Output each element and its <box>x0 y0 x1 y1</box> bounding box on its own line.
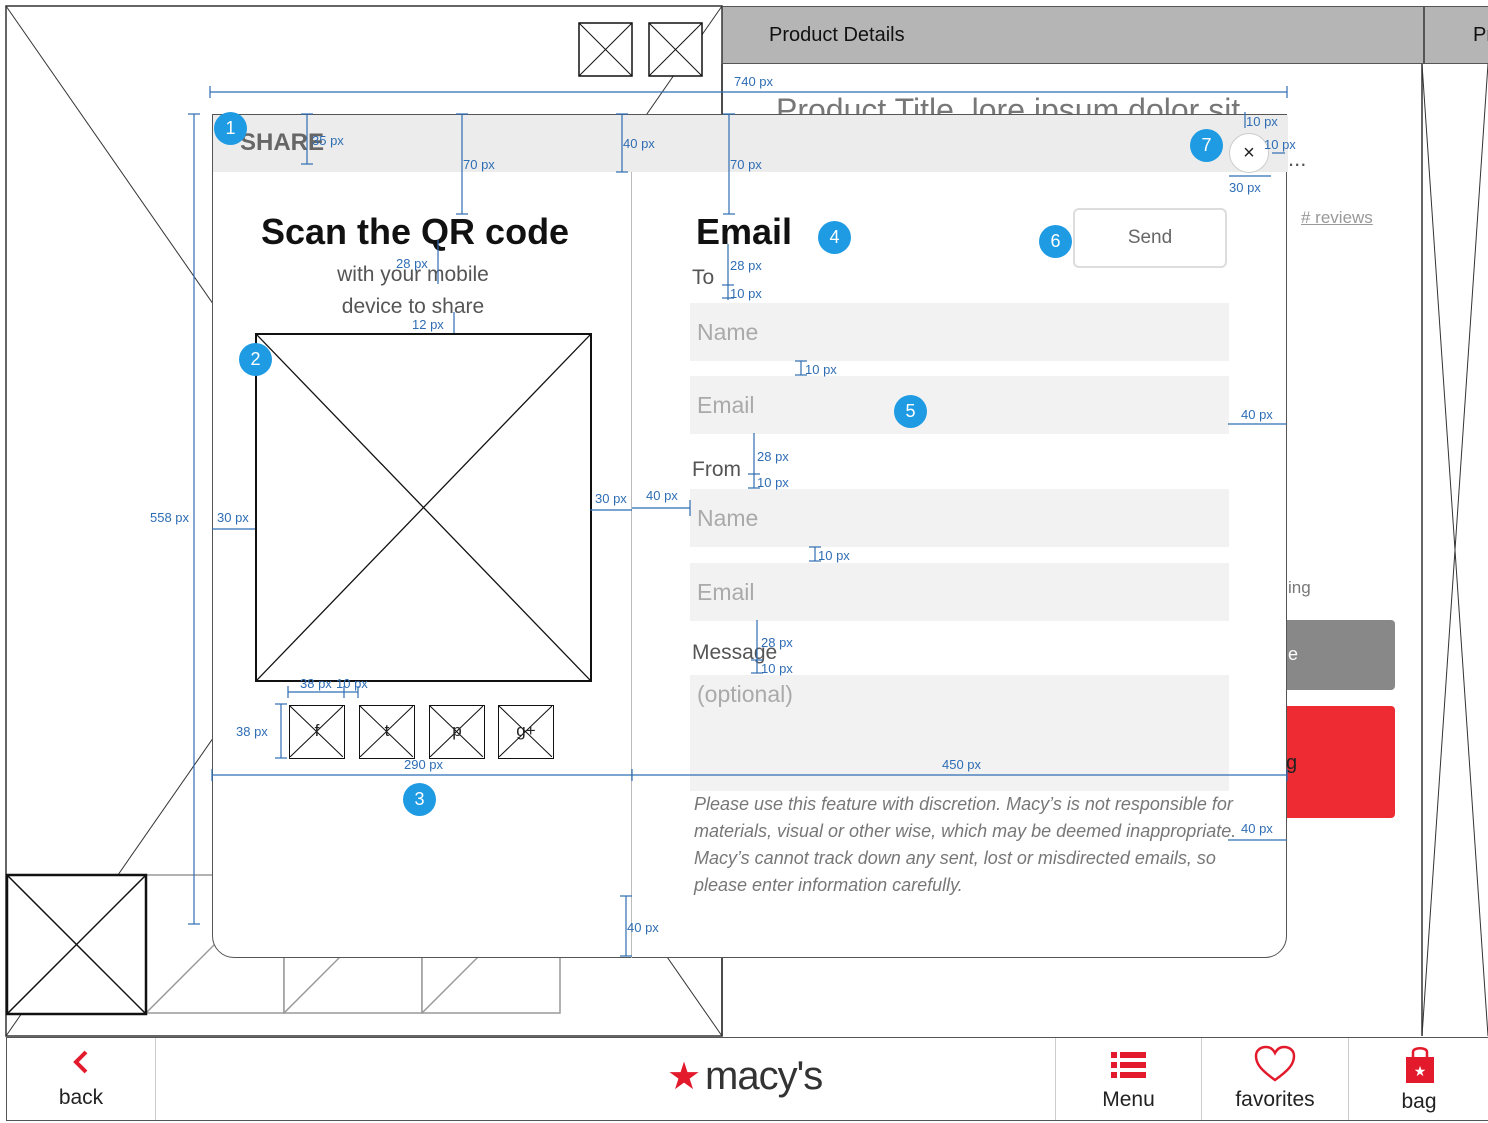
measure-label: 30 px <box>217 510 249 525</box>
measure-label: 70 px <box>730 157 762 172</box>
bottom-nav: back ★ macy's Menu favorites ★ bag <box>6 1037 1488 1121</box>
measure-label: 10 px <box>818 548 850 563</box>
qr-heading: Scan the QR code <box>261 211 570 252</box>
star-icon: ★ <box>667 1056 702 1098</box>
from-email-field[interactable] <box>690 563 1229 621</box>
svg-text:★: ★ <box>1414 1064 1427 1080</box>
qr-code-image <box>255 333 592 682</box>
measure-label: 40 px <box>646 488 678 503</box>
measure-label: 28 px <box>730 258 762 273</box>
measure-label: 38 px <box>236 724 268 739</box>
measure-label: 30 px <box>595 491 627 506</box>
measure-label: 290 px <box>404 757 444 772</box>
facebook-share-button[interactable]: f <box>289 705 345 759</box>
heart-icon <box>1254 1045 1296 1082</box>
product-title: Product Title, lore ipsum dolor sit <box>776 92 1241 114</box>
measure-label: 40 px <box>627 920 659 935</box>
secondary-action-button[interactable]: e <box>1280 620 1395 690</box>
measure-label: 38 px <box>300 676 332 691</box>
annotation-badge-6: 6 <box>1039 225 1072 258</box>
add-to-bag-button[interactable]: g <box>1280 706 1395 818</box>
from-name-field[interactable] <box>690 489 1229 547</box>
twitter-share-button[interactable]: t <box>359 705 415 759</box>
measure-label: 10 px <box>1246 114 1278 129</box>
google-plus-share-button[interactable]: g+ <box>498 705 554 759</box>
thumb-icon-2 <box>648 22 703 77</box>
measure-label: 10 px <box>730 286 762 301</box>
selected-thumb-icon <box>5 873 148 1016</box>
to-label: To <box>692 266 715 289</box>
measure-label: 70 px <box>463 157 495 172</box>
email-heading: Email <box>696 211 793 252</box>
measure-label: 40 px <box>1241 407 1273 422</box>
measure-label: 28 px <box>761 635 793 650</box>
bag-label: bag <box>1401 1090 1437 1113</box>
to-email-field[interactable] <box>690 376 1229 434</box>
measure-label: 35 px <box>312 133 344 148</box>
bag-button[interactable]: ★ bag <box>1349 1038 1488 1120</box>
back-label: back <box>58 1086 104 1109</box>
share-modal: SHARE × Scan the QR code with your mobil… <box>212 114 1288 958</box>
favorites-label: favorites <box>1235 1088 1315 1111</box>
favorites-button[interactable]: favorites <box>1202 1038 1348 1120</box>
menu-label: Menu <box>1102 1088 1155 1111</box>
bag-icon: ★ <box>1406 1047 1434 1083</box>
back-button[interactable]: back <box>7 1038 155 1120</box>
secondary-action-label: e <box>1288 644 1299 664</box>
close-icon: × <box>1243 142 1255 164</box>
reviews-link[interactable]: # reviews <box>1301 208 1373 228</box>
measure-label: 10 px <box>1264 137 1296 152</box>
measure-label: 40 px <box>623 136 655 151</box>
shipping-text: ing <box>1288 578 1311 597</box>
measure-label: 558 px <box>150 510 190 525</box>
measure-label: 740 px <box>734 74 774 89</box>
logo-text: macy's <box>705 1054 823 1098</box>
send-button[interactable]: Send <box>1073 208 1227 268</box>
from-label: From <box>692 458 741 481</box>
product-details-title: Product Details <box>769 23 905 46</box>
annotation-badge-7: 7 <box>1190 129 1223 162</box>
pinterest-label: p <box>452 721 462 740</box>
next-panel-header: Pr <box>1424 6 1488 64</box>
twitter-label: t <box>384 721 390 740</box>
measure-label: 10 px <box>336 676 368 691</box>
facebook-label: f <box>314 721 320 740</box>
measure-label: 10 px <box>805 362 837 377</box>
menu-button[interactable]: Menu <box>1056 1038 1201 1120</box>
to-name-field[interactable] <box>690 303 1229 361</box>
annotation-badge-4: 4 <box>818 221 851 254</box>
annotation-badge-2: 2 <box>239 343 272 376</box>
annotation-badge-5: 5 <box>894 395 927 428</box>
measure-label: 10 px <box>761 661 793 676</box>
measure-label: 28 px <box>757 449 789 464</box>
measure-label: 12 px <box>412 317 444 332</box>
product-details-header: Product Details <box>722 6 1424 64</box>
menu-icon <box>1111 1052 1146 1078</box>
disclaimer-text: Please use this feature with discretion.… <box>694 794 1237 895</box>
thumb-icon-1 <box>578 22 633 77</box>
measure-label: 450 px <box>942 757 982 772</box>
measure-label: 10 px <box>757 475 789 490</box>
qr-subtitle-line2: device to share <box>341 295 485 318</box>
google-plus-label: g+ <box>516 721 536 740</box>
add-to-bag-label: g <box>1286 752 1298 774</box>
pinterest-share-button[interactable]: p <box>429 705 485 759</box>
measure-label: 28 px <box>396 256 428 271</box>
column-divider <box>631 172 632 958</box>
next-panel-title: Pr <box>1473 23 1488 46</box>
measure-label: 40 px <box>1241 821 1273 836</box>
annotation-badge-3: 3 <box>403 783 436 816</box>
annotation-badge-1: 1 <box>214 112 247 145</box>
message-field[interactable] <box>690 675 1229 791</box>
close-button[interactable]: × <box>1229 133 1269 173</box>
measure-label: 30 px <box>1229 180 1261 195</box>
chevron-left-icon <box>73 1050 88 1074</box>
